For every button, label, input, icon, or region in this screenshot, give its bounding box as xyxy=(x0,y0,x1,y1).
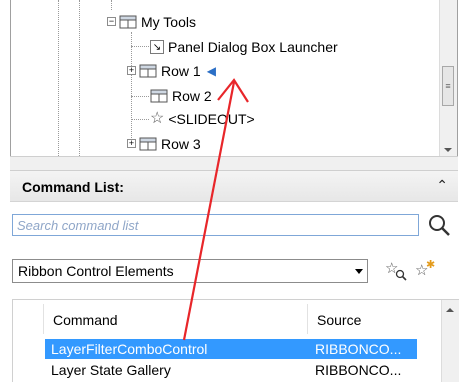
tree-item-label: Row 3 xyxy=(161,136,201,152)
tree-guide-line xyxy=(131,96,149,97)
panel-icon xyxy=(150,89,168,103)
column-divider xyxy=(43,304,44,334)
star-icon: ☆ xyxy=(150,110,165,127)
tree-guide-line xyxy=(111,0,112,10)
chevron-down-icon[interactable] xyxy=(351,260,367,282)
panel-icon xyxy=(119,15,137,29)
column-divider xyxy=(307,304,308,334)
table-scrollbar[interactable] xyxy=(441,300,459,382)
collapse-icon[interactable]: − xyxy=(107,17,116,26)
category-dropdown-value: Ribbon Control Elements xyxy=(18,263,174,279)
tree-item-label: Panel Dialog Box Launcher xyxy=(168,39,338,55)
command-list-title: Command List: xyxy=(22,179,124,195)
scroll-up-icon[interactable] xyxy=(446,308,454,312)
column-header-source[interactable]: Source xyxy=(317,312,361,328)
table-row[interactable]: LayerFilterComboControl RIBBONCO... xyxy=(45,339,417,359)
customization-tree: − My Tools ↘ Panel Dialog Box Launcher +… xyxy=(10,0,458,156)
tree-item-slideout[interactable]: ☆ <SLIDEOUT> xyxy=(150,109,255,129)
tree-item-label: Row 1 xyxy=(161,63,201,79)
command-list-header: Command List: ⌃ xyxy=(10,170,458,202)
tree-guide-line xyxy=(131,32,132,142)
scroll-down-icon[interactable] xyxy=(444,148,452,152)
panel-icon xyxy=(139,137,157,151)
insertion-marker-icon: ◀ xyxy=(206,64,216,78)
new-command-icon[interactable]: ☆ ✱ xyxy=(414,257,438,283)
expand-icon[interactable]: + xyxy=(127,139,136,148)
search-input[interactable] xyxy=(12,214,419,236)
tree-item-label: My Tools xyxy=(141,14,196,30)
command-name: LayerFilterComboControl xyxy=(51,341,208,357)
svg-text:✱: ✱ xyxy=(426,258,435,271)
tree-item-panel-dialog-box-launcher[interactable]: ↘ Panel Dialog Box Launcher xyxy=(150,37,338,57)
tree-item-label: <SLIDEOUT> xyxy=(168,111,255,127)
command-table: Command Source LayerFilterComboControl R… xyxy=(12,299,459,382)
find-command-icon[interactable]: ☆ xyxy=(384,257,408,283)
chevron-double-up-icon[interactable]: ⌃ xyxy=(436,177,448,194)
command-source: RIBBONCO... xyxy=(315,341,402,357)
tree-guide-line xyxy=(131,119,149,120)
command-source: RIBBONCO... xyxy=(315,362,402,378)
tree-item-row-1[interactable]: Row 1 ◀ xyxy=(139,61,216,81)
table-header: Command Source xyxy=(13,300,443,338)
category-dropdown[interactable]: Ribbon Control Elements xyxy=(12,259,368,283)
tree-guide-line xyxy=(79,0,80,156)
column-header-command[interactable]: Command xyxy=(53,312,118,328)
panel-icon xyxy=(139,64,157,78)
tree-guide-line xyxy=(131,46,149,47)
tree-guide-line xyxy=(58,0,59,156)
expand-icon[interactable]: + xyxy=(127,66,136,75)
table-row[interactable]: Layer State Gallery RIBBONCO... xyxy=(45,360,417,380)
splitter[interactable] xyxy=(10,156,458,170)
tree-scrollbar[interactable]: ≡ xyxy=(439,0,457,156)
tree-item-row-3[interactable]: Row 3 xyxy=(139,134,201,154)
tree-item-label: Row 2 xyxy=(172,88,212,104)
search-icon[interactable] xyxy=(426,212,452,238)
dialog-launcher-icon: ↘ xyxy=(150,40,164,54)
tree-item-row-2[interactable]: Row 2 xyxy=(150,86,212,106)
command-name: Layer State Gallery xyxy=(51,362,171,378)
scrollbar-thumb[interactable]: ≡ xyxy=(442,66,454,106)
tree-item-my-tools[interactable]: My Tools xyxy=(119,12,196,32)
